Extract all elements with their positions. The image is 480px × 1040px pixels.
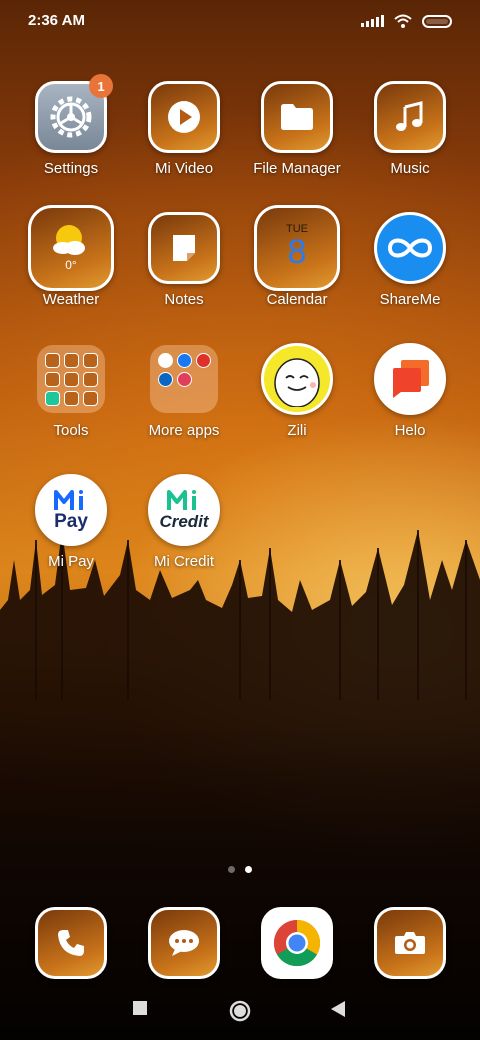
mi-pay-logo-text: Pay bbox=[54, 510, 88, 532]
compass-icon bbox=[82, 352, 98, 368]
play-icon bbox=[148, 81, 220, 153]
mi-credit-icon: Credit bbox=[148, 474, 220, 546]
gaana-icon bbox=[176, 371, 192, 387]
status-time: 2:36 AM bbox=[28, 12, 85, 29]
chrome-icon bbox=[261, 907, 333, 979]
status-bar: 2:36 AM bbox=[0, 0, 480, 44]
phone-icon bbox=[35, 907, 107, 979]
calendar-date: 8 bbox=[287, 233, 307, 271]
page-indicator bbox=[0, 866, 480, 873]
shareme-icon bbox=[374, 212, 446, 284]
more-apps-folder-icon bbox=[150, 345, 218, 413]
contacts-icon bbox=[44, 352, 60, 368]
home-button[interactable] bbox=[229, 1000, 251, 1022]
music-note-icon bbox=[374, 81, 446, 153]
mi-credit-logo-text: Credit bbox=[159, 511, 209, 531]
calculator-icon bbox=[63, 352, 79, 368]
signal-icon bbox=[361, 15, 384, 27]
message-icon bbox=[148, 907, 220, 979]
back-button[interactable] bbox=[330, 1000, 346, 1018]
calendar-icon: TUE 8 bbox=[254, 205, 340, 291]
downloads-icon bbox=[63, 390, 79, 406]
wps-office-icon bbox=[195, 352, 211, 368]
notification-badge: 1 bbox=[89, 74, 113, 98]
page-dot[interactable] bbox=[228, 866, 235, 873]
recorder-icon bbox=[82, 371, 98, 387]
weather-icon: 0° bbox=[28, 205, 114, 291]
mi-store-icon bbox=[44, 390, 60, 406]
zili-icon bbox=[261, 343, 333, 415]
weather-temp: 0° bbox=[65, 258, 77, 272]
helo-icon bbox=[374, 343, 446, 415]
app-label: Helo bbox=[394, 422, 426, 439]
linkedin-icon bbox=[157, 371, 173, 387]
note-icon bbox=[148, 212, 220, 284]
scanner-icon bbox=[63, 371, 79, 387]
browser-icon bbox=[82, 390, 98, 406]
status-icons bbox=[361, 14, 452, 28]
battery-icon bbox=[422, 14, 452, 28]
wifi-icon bbox=[394, 14, 412, 28]
navigation-bar bbox=[0, 990, 480, 1034]
app-label: Music bbox=[390, 160, 430, 177]
security-icon bbox=[44, 371, 60, 387]
mi-pay-icon: Pay bbox=[35, 474, 107, 546]
app-label: ShareMe bbox=[379, 291, 441, 308]
camera-icon bbox=[374, 907, 446, 979]
recents-button[interactable] bbox=[132, 1000, 148, 1016]
tools-folder-icon bbox=[37, 345, 105, 413]
folder-icon bbox=[261, 81, 333, 153]
facebook-icon bbox=[176, 352, 192, 368]
page-dot-active[interactable] bbox=[245, 866, 252, 873]
shop-icon bbox=[157, 352, 173, 368]
app-label: Mi Credit bbox=[153, 553, 214, 570]
